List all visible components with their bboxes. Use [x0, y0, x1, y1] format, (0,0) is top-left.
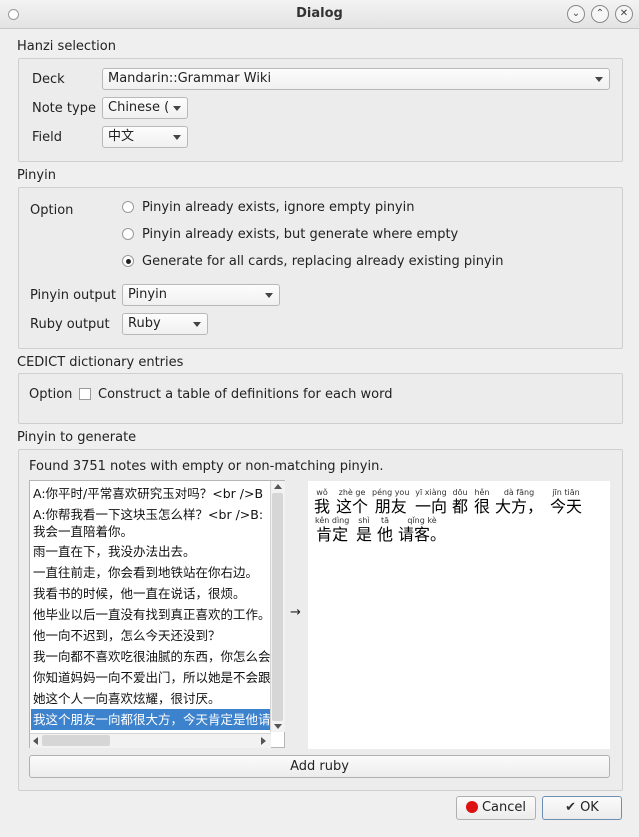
note-type-label: Note type: [32, 101, 96, 116]
arrow-right-icon: →: [290, 605, 301, 620]
definitions-checkbox[interactable]: [79, 388, 91, 400]
field-combo[interactable]: 中文: [102, 126, 188, 148]
radio-generate-all-label[interactable]: Generate for all cards, replacing alread…: [142, 254, 503, 269]
scroll-left-icon[interactable]: [33, 737, 38, 745]
radio-ignore-empty[interactable]: [122, 201, 134, 213]
preview-word: qǐng kè 请客。: [398, 516, 447, 544]
cancel-icon: [465, 801, 478, 813]
scroll-right-icon[interactable]: [261, 737, 266, 745]
deck-combo[interactable]: Mandarin::Grammar Wiki: [102, 68, 610, 90]
add-ruby-button[interactable]: Add ruby: [29, 755, 610, 778]
ok-check-icon: ✔: [565, 800, 577, 815]
cancel-button[interactable]: Cancel: [456, 796, 536, 820]
note-type-value: Chinese (: [108, 100, 170, 115]
chevron-down-icon: [173, 135, 181, 140]
preview-word: jīn tiān 今天: [550, 488, 583, 516]
list-item[interactable]: 她这个人一向喜欢炫耀，很讨厌。: [33, 688, 221, 709]
list-item[interactable]: 我一向都不喜欢吃很油腻的东西，你怎么会: [33, 646, 271, 667]
cedict-title: CEDICT dictionary entries: [17, 355, 184, 370]
list-item[interactable]: A:你平时/平常喜欢研究玉对吗？<br />B: [33, 483, 263, 504]
preview-word: shì 是: [356, 516, 373, 544]
radio-generate-empty[interactable]: [122, 228, 134, 240]
scroll-down-icon[interactable]: [274, 724, 282, 729]
preview-word: yī xiàng 一向: [415, 488, 448, 516]
ruby-output-combo[interactable]: Ruby: [122, 313, 208, 335]
note-type-combo[interactable]: Chinese (: [102, 97, 188, 119]
vertical-scroll-thumb[interactable]: [272, 493, 283, 721]
close-icon[interactable]: ✕: [615, 5, 633, 23]
radio-generate-empty-label[interactable]: Pinyin already exists, but generate wher…: [142, 227, 458, 242]
preview-word: tā 他: [377, 516, 394, 544]
preview-word: hěn 很: [474, 488, 491, 516]
deck-value: Mandarin::Grammar Wiki: [108, 71, 272, 86]
preview-word: zhè ge 这个: [336, 488, 369, 516]
field-value: 中文: [108, 129, 135, 144]
radio-ignore-empty-label[interactable]: Pinyin already exists, ignore empty piny…: [142, 200, 414, 215]
field-label: Field: [32, 130, 63, 145]
chevron-down-icon: [173, 106, 181, 111]
generate-title: Pinyin to generate: [17, 430, 137, 445]
notes-list[interactable]: A:你平时/平常喜欢研究玉对吗？<br />B A:你帮我看一下这块玉怎么样？<…: [29, 480, 285, 748]
hanzi-selection-title: Hanzi selection: [17, 39, 116, 54]
window-title: Dialog: [296, 6, 343, 21]
chevron-down-icon: [193, 322, 201, 327]
ok-button[interactable]: ✔ OK: [542, 796, 622, 820]
horizontal-scroll-thumb[interactable]: [42, 735, 110, 746]
cancel-label: Cancel: [481, 800, 527, 815]
pinyin-option-label: Option: [30, 203, 74, 218]
deck-label: Deck: [32, 72, 65, 87]
list-horizontal-scrollbar[interactable]: [30, 733, 271, 748]
ruby-output-value: Ruby: [128, 316, 161, 331]
list-item[interactable]: 他一向不迟到，怎么今天还没到？: [33, 625, 221, 646]
pinyin-output-value: Pinyin: [128, 287, 167, 302]
list-item[interactable]: 雨一直在下，我没办法出去。: [33, 541, 196, 562]
maximize-icon[interactable]: ⌃: [591, 5, 609, 23]
preview-word: dà fāng 大方，: [495, 488, 544, 516]
list-item[interactable]: 我会一直陪着你。: [33, 521, 133, 542]
pinyin-title: Pinyin: [17, 168, 56, 183]
found-notes-text: Found 3751 notes with empty or non-match…: [29, 459, 384, 474]
pinyin-output-label: Pinyin output: [30, 288, 116, 303]
pinyin-output-combo[interactable]: Pinyin: [122, 284, 280, 306]
ruby-output-label: Ruby output: [30, 317, 110, 332]
preview-word: kěn dìng 肯定: [315, 516, 350, 544]
chevron-down-icon: [595, 77, 603, 82]
list-item[interactable]: 他毕业以后一直没有找到真正喜欢的工作。: [33, 604, 271, 625]
ok-label: OK: [580, 800, 599, 815]
scroll-up-icon[interactable]: [274, 484, 282, 489]
chevron-down-icon: [265, 293, 273, 298]
list-item[interactable]: 你知道妈妈一向不爱出门，所以她是不会跟: [33, 667, 271, 688]
list-item-selected[interactable]: 我这个朋友一向都很大方，今天肯定是他请: [31, 709, 272, 730]
minimize-icon[interactable]: ⌄: [567, 5, 585, 23]
definitions-checkbox-label[interactable]: Construct a table of definitions for eac…: [98, 387, 392, 402]
radio-generate-all[interactable]: [122, 255, 134, 267]
preview-word: wǒ 我: [314, 488, 331, 516]
preview-word: dōu 都: [452, 488, 469, 516]
list-vertical-scrollbar[interactable]: [270, 481, 285, 732]
list-item[interactable]: 一直往前走，你会看到地铁站在你右边。: [33, 562, 258, 583]
ruby-preview: wǒ 我 zhè ge 这个 péng you 朋友 yī xiàng 一向 dōu 都 …: [308, 481, 610, 749]
cedict-option-label: Option: [29, 387, 73, 402]
preview-word: péng you 朋友: [372, 488, 410, 516]
list-item[interactable]: 我看书的时候，他一直在说话，很烦。: [33, 583, 246, 604]
